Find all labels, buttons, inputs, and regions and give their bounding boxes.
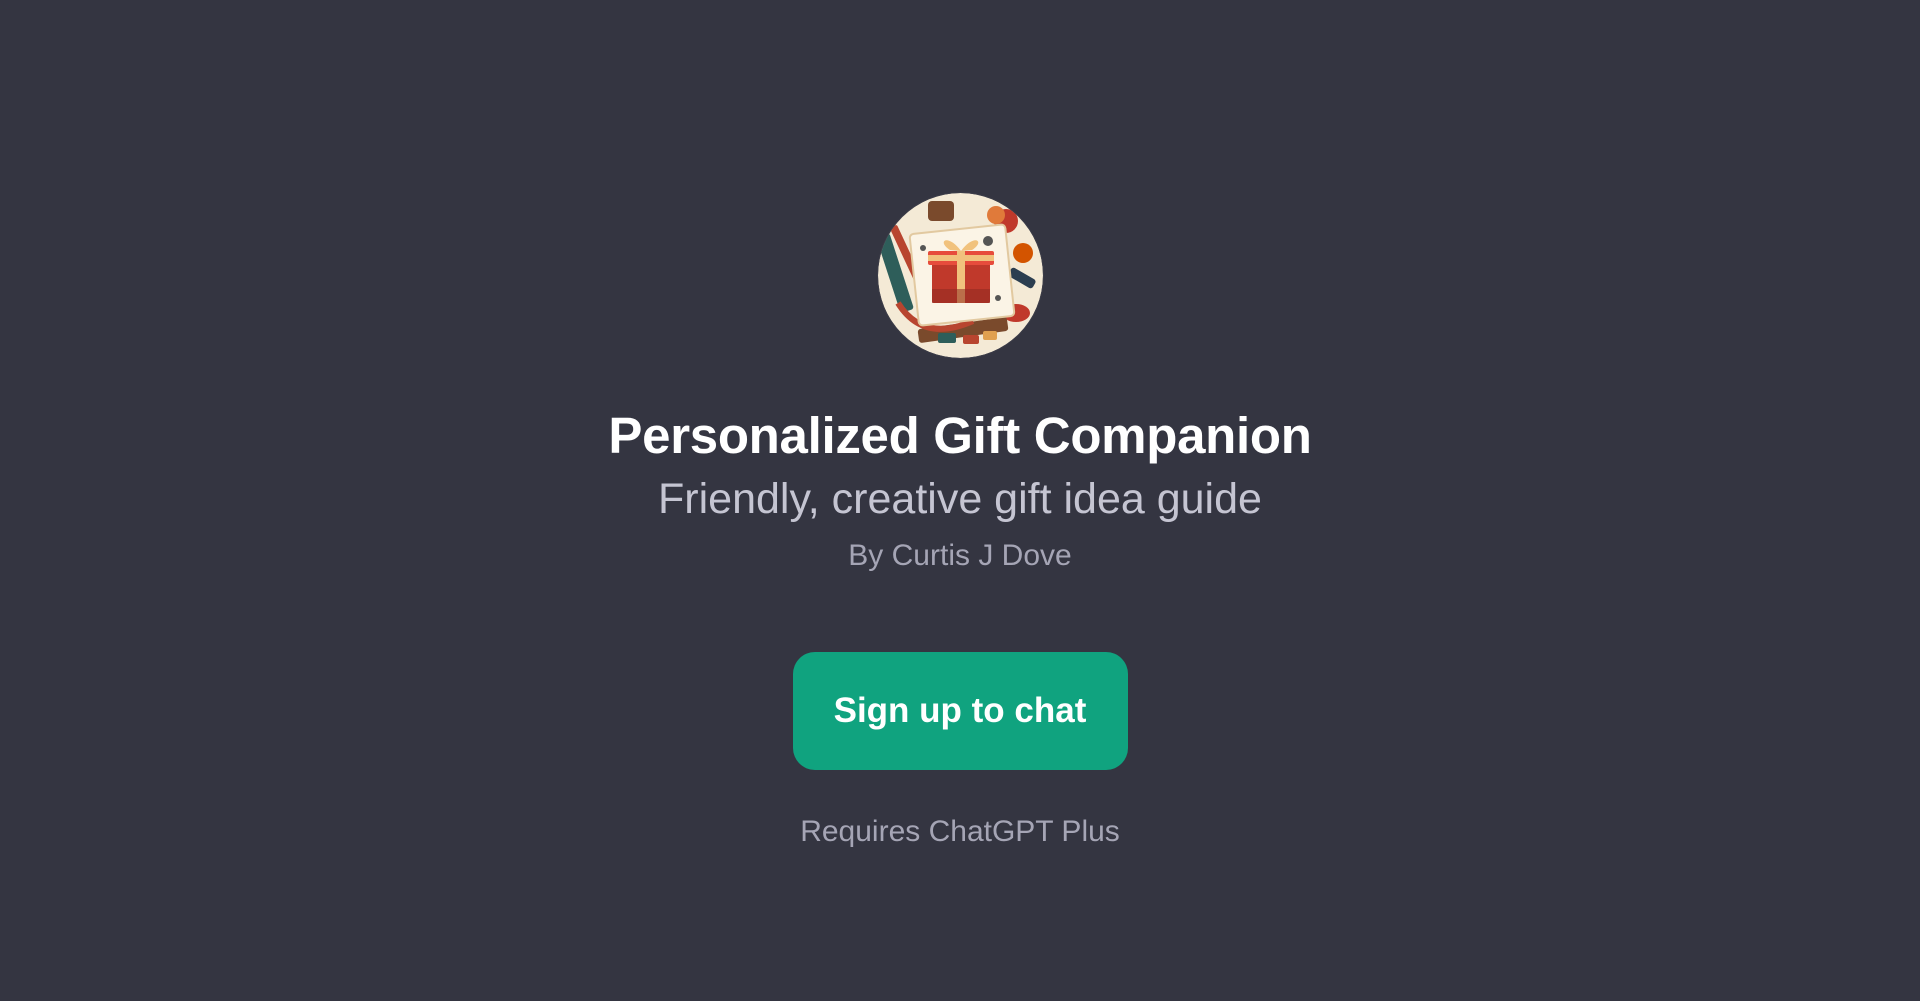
gpt-avatar — [877, 193, 1043, 358]
gpt-description: Friendly, creative gift idea guide — [658, 475, 1262, 524]
sign-up-to-chat-button[interactable]: Sign up to chat — [792, 651, 1128, 770]
gpt-title: Personalized Gift Companion — [608, 407, 1312, 464]
gift-box-illustration-icon — [877, 193, 1043, 358]
gpt-landing-page: Personalized Gift Companion Friendly, cr… — [0, 0, 1920, 1001]
requirement-note: Requires ChatGPT Plus — [800, 814, 1120, 848]
gpt-author: By Curtis J Dove — [848, 538, 1072, 572]
